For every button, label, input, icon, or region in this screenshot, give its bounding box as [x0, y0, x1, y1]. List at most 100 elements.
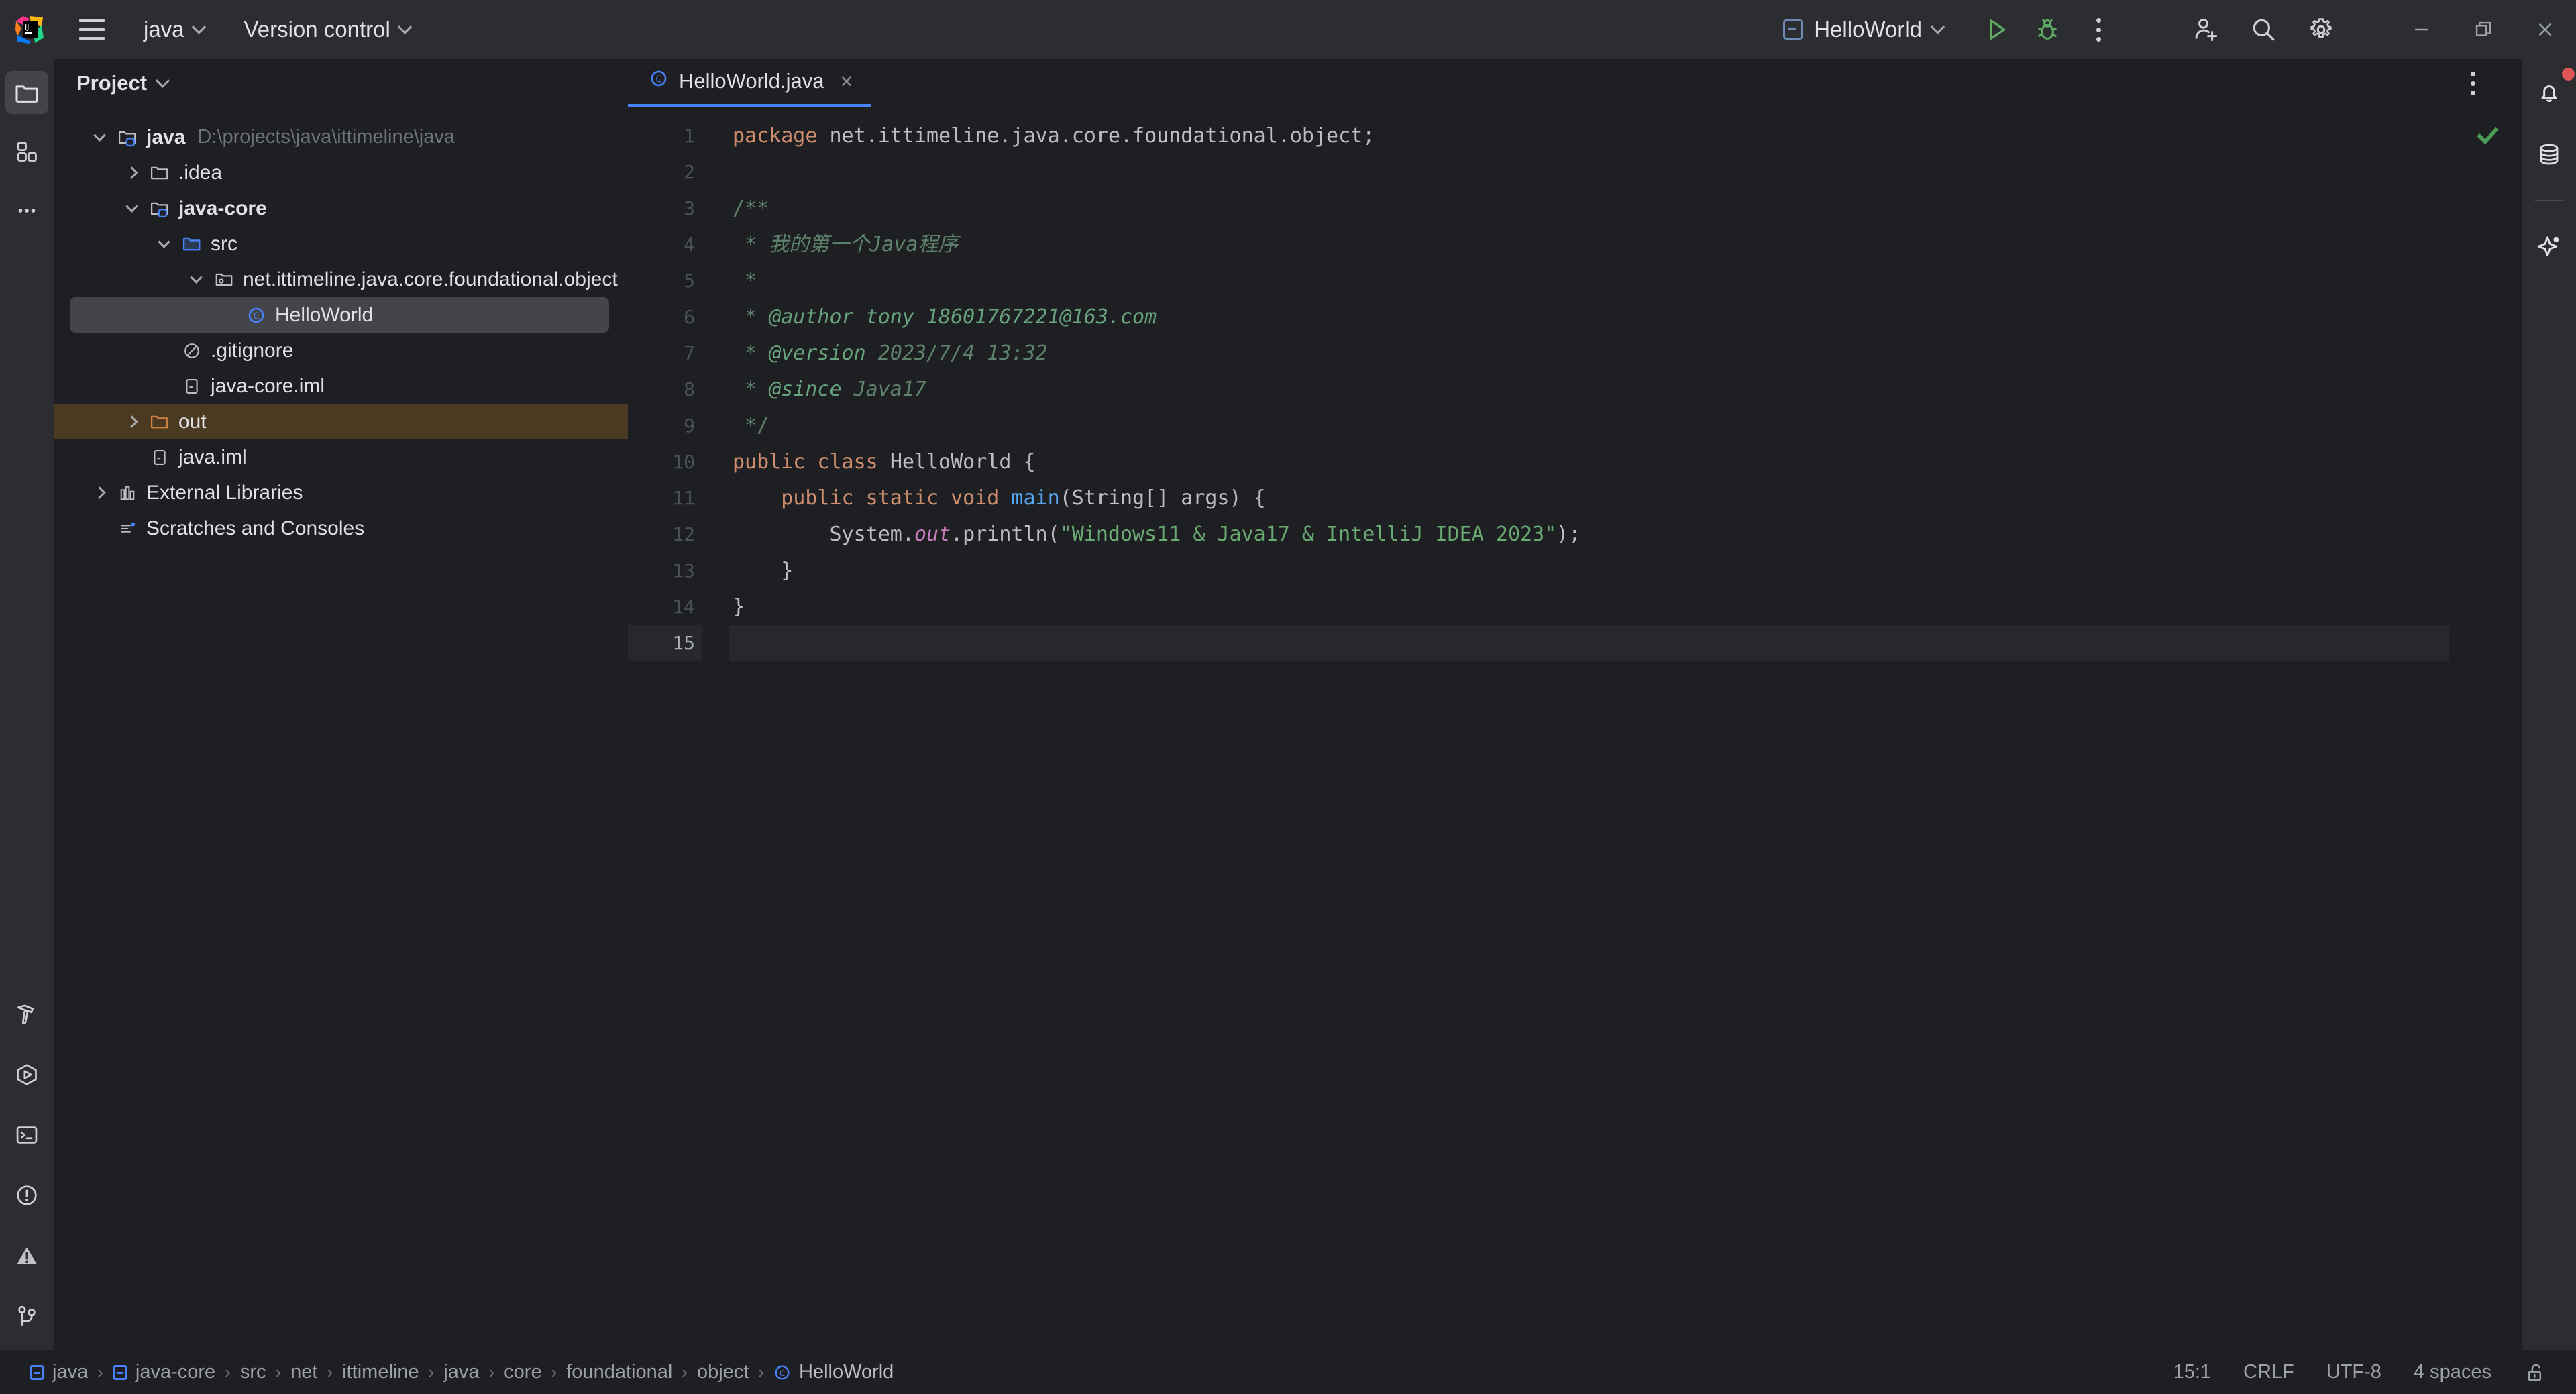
tree-item-package[interactable]: net.ittimeline.java.core.foundational.ob… [54, 262, 628, 297]
tab-label: HelloWorld.java [679, 69, 824, 93]
line-separator[interactable]: CRLF [2243, 1361, 2294, 1383]
line-number: 6 [684, 306, 695, 328]
tree-item-java-iml[interactable]: java.iml [54, 439, 628, 475]
run-config-label: HelloWorld [1814, 17, 1922, 42]
svg-text:C: C [656, 74, 662, 85]
terminal-icon [16, 1126, 38, 1144]
inspection-gutter[interactable] [2449, 107, 2522, 1350]
sidebar-item-run[interactable] [5, 1053, 48, 1096]
code-editor[interactable]: 1 2 3 4 5 6 7 8 9 10 11 12 13 14 15 pack… [628, 107, 2522, 1350]
module-icon [30, 1364, 44, 1380]
sidebar-item-notifications[interactable] [2528, 68, 2575, 114]
sidebar-item-project[interactable] [5, 71, 48, 114]
line-number: 11 [628, 480, 724, 517]
sidebar-item-terminal[interactable] [5, 1114, 48, 1157]
breadcrumb-item-object[interactable]: object [690, 1361, 755, 1383]
sidebar-item-build[interactable] [5, 993, 48, 1036]
tree-item-label: .gitignore [211, 339, 294, 362]
chevron-down-icon [397, 19, 412, 34]
line-number: 7 [684, 342, 695, 364]
breadcrumb-item-src[interactable]: src [233, 1361, 273, 1383]
line-number: 1 [684, 125, 695, 147]
indent-setting[interactable]: 4 spaces [2414, 1361, 2491, 1383]
breadcrumb-item-net[interactable]: net [284, 1361, 324, 1383]
tab-helloworld-java[interactable]: C HelloWorld.java × [628, 58, 872, 107]
close-icon[interactable]: × [841, 70, 853, 92]
more-run-options-button[interactable] [2073, 4, 2124, 55]
breadcrumb-separator: › [488, 1362, 495, 1382]
settings-button[interactable] [2296, 4, 2347, 55]
iml-file-icon [177, 377, 207, 396]
debug-bug-icon [2037, 19, 2057, 40]
tree-twisty[interactable] [182, 271, 209, 284]
tree-item-gitignore[interactable]: .gitignore [54, 333, 628, 368]
iml-file-icon [145, 448, 174, 467]
add-user-button[interactable] [2180, 4, 2231, 55]
tree-item-label: java-core [178, 197, 267, 219]
hamburger-menu-icon[interactable] [68, 0, 115, 59]
sidebar-item-structure[interactable] [5, 130, 48, 173]
sidebar-item-database[interactable] [2528, 133, 2571, 176]
run-button[interactable] [1971, 4, 2022, 55]
breadcrumb-separator: › [682, 1362, 688, 1382]
code-line-4: * 我的第一个Java程序 [733, 233, 959, 256]
tree-twisty[interactable] [118, 200, 145, 213]
breadcrumb-label: java [52, 1361, 89, 1383]
database-icon [2540, 144, 2559, 165]
sidebar-item-ai-assistant[interactable] [2528, 225, 2571, 268]
module-folder-icon [145, 199, 174, 219]
code-line-7: * @version 2023/7/4 13:32 [733, 341, 1048, 365]
code-line-13: } [733, 559, 794, 582]
tree-item-src[interactable]: src [54, 226, 628, 262]
close-button[interactable] [2514, 0, 2576, 59]
tree-item-idea[interactable]: .idea [54, 155, 628, 191]
code-text[interactable]: package net.ittimeline.java.core.foundat… [729, 107, 2449, 1350]
tree-twisty[interactable] [150, 235, 177, 248]
caret-position[interactable]: 15:1 [2174, 1361, 2211, 1383]
tree-twisty[interactable] [118, 166, 145, 179]
line-number: 9 [684, 415, 695, 437]
editor-options-button[interactable] [2447, 58, 2498, 109]
version-control-selector[interactable]: Version control [232, 11, 422, 48]
no-problems-check-icon[interactable] [2474, 122, 2501, 152]
tree-twisty[interactable] [118, 415, 145, 428]
maximize-button[interactable] [2453, 0, 2514, 59]
tree-item-external-libraries[interactable]: External Libraries [54, 475, 628, 511]
breadcrumb-item-helloworld[interactable]: C HelloWorld [767, 1361, 900, 1383]
ellipsis-vertical-icon [2470, 71, 2475, 95]
tree-item-scratches[interactable]: Scratches and Consoles [54, 511, 628, 546]
breadcrumb-separator: › [275, 1362, 282, 1382]
tree-twisty[interactable] [86, 486, 113, 499]
tree-twisty[interactable] [86, 129, 113, 142]
breadcrumb-item-core[interactable]: core [497, 1361, 548, 1383]
project-panel-header[interactable]: Project [54, 59, 628, 107]
run-configuration-selector[interactable]: HelloWorld [1770, 10, 1956, 49]
tree-item-java-core[interactable]: java-core [54, 191, 628, 226]
tree-item-java-root[interactable]: java D:\projects\java\ittimeline\java [54, 119, 628, 155]
breadcrumb-item-java[interactable]: java [23, 1361, 95, 1383]
breadcrumb-item-java-pkg[interactable]: java [437, 1361, 486, 1383]
sidebar-item-version-control[interactable] [5, 1295, 48, 1338]
sidebar-item-warnings[interactable] [5, 1234, 48, 1277]
sidebar-item-problems[interactable] [5, 1174, 48, 1217]
breadcrumb-item-java-core[interactable]: java-core [106, 1361, 222, 1383]
sidebar-item-more-tools[interactable] [5, 189, 48, 232]
breadcrumb-item-foundational[interactable]: foundational [559, 1361, 679, 1383]
scratches-icon [113, 519, 142, 538]
debug-button[interactable] [2022, 4, 2073, 55]
minimize-button[interactable] [2391, 0, 2453, 59]
breadcrumb-item-ittimeline[interactable]: ittimeline [335, 1361, 425, 1383]
unlocked-padlock-icon[interactable] [2524, 1360, 2546, 1383]
bell-icon [2541, 85, 2557, 102]
breadcrumb-separator: › [551, 1362, 557, 1382]
tree-item-java-core-iml[interactable]: java-core.iml [54, 368, 628, 404]
tree-item-out[interactable]: out [54, 404, 628, 439]
project-name-selector[interactable]: java [131, 11, 216, 48]
tree-item-helloworld[interactable]: C HelloWorld [70, 297, 609, 333]
file-encoding[interactable]: UTF-8 [2326, 1361, 2381, 1383]
intellij-logo: IJ [0, 0, 59, 59]
search-everywhere-button[interactable] [2238, 4, 2289, 55]
line-number: 2 [684, 161, 695, 183]
maximize-restore-icon [2475, 21, 2491, 36]
code-fold-gutter[interactable] [702, 107, 729, 1350]
